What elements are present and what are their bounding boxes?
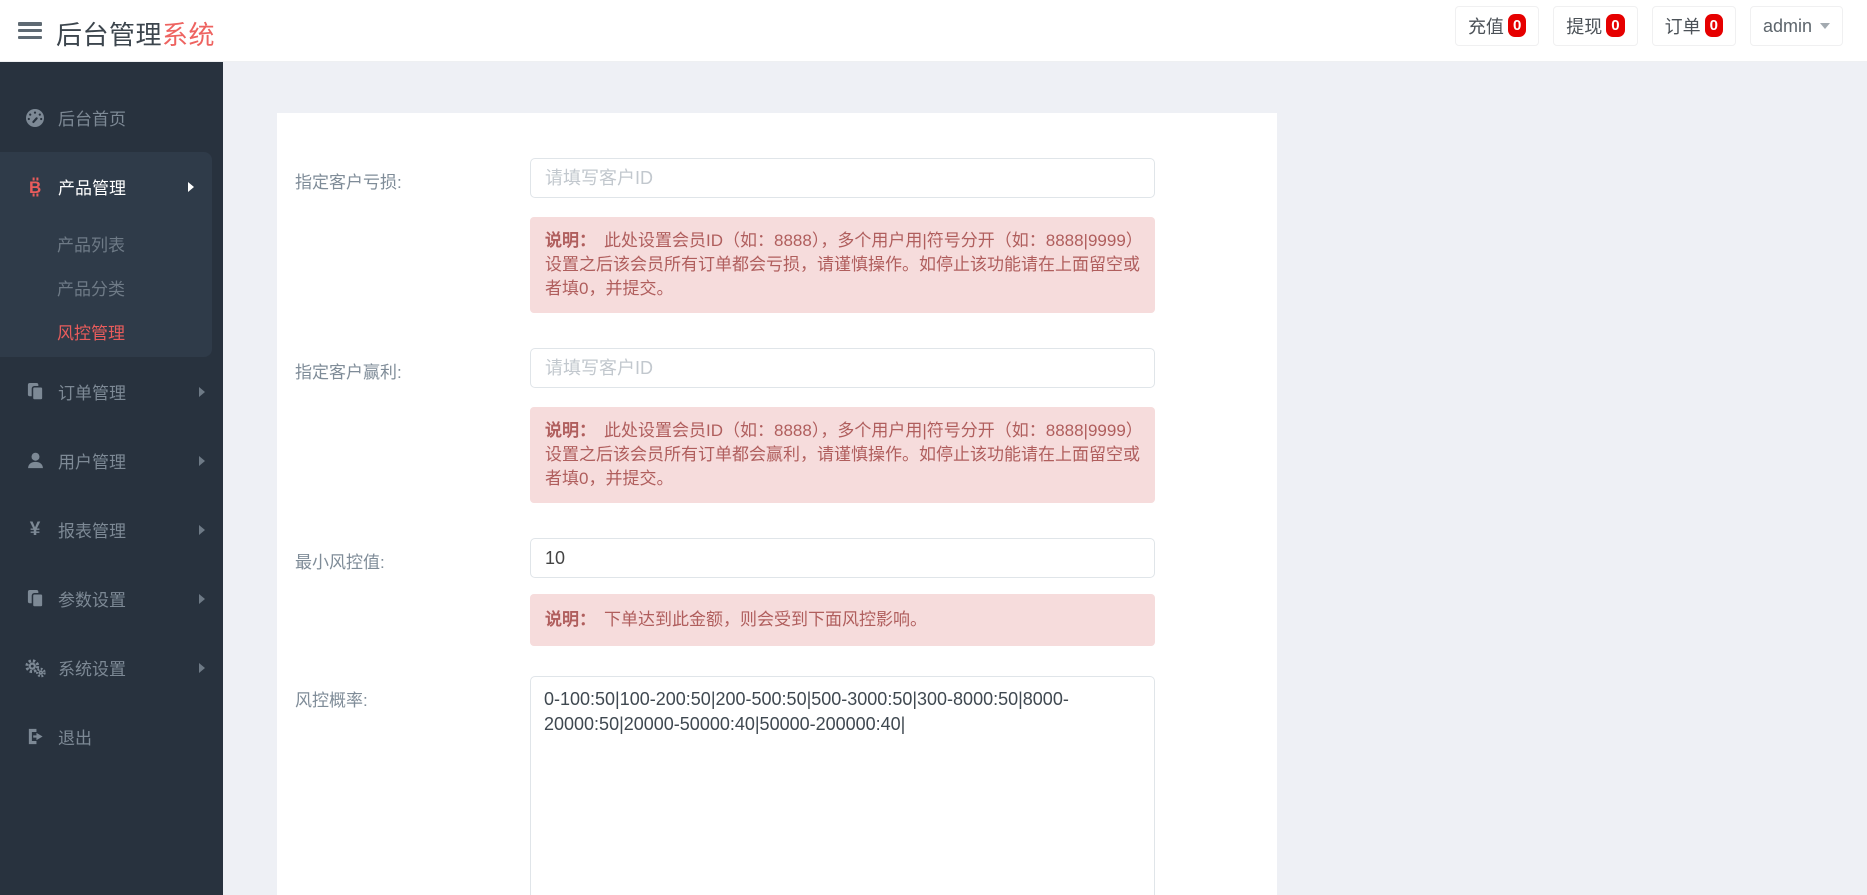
chevron-right-icon	[199, 524, 205, 535]
note-text: 此处设置会员ID（如：8888），多个用户用|符号分开（如：8888|9999）…	[545, 421, 1140, 488]
copy-icon	[22, 589, 48, 608]
field-label: 指定客户赢利:	[295, 363, 402, 382]
sidebar-subitem-product-category[interactable]: 产品分类	[0, 265, 212, 309]
username: admin	[1762, 15, 1812, 36]
sidebar-item-order-management[interactable]: 订单管理	[0, 357, 223, 426]
chevron-right-icon	[199, 386, 205, 397]
sidebar: 后台首页 B 产品管理 产品列表 产品分类 风控管理 订单管理 用户管理 ¥ 报…	[0, 62, 223, 895]
field-label: 风控概率:	[295, 691, 368, 710]
chevron-right-icon	[188, 181, 194, 192]
user-icon	[22, 451, 48, 470]
recharge-count-badge: 0	[1507, 13, 1527, 37]
sidebar-item-home[interactable]: 后台首页	[0, 83, 223, 152]
title-accent: 系统	[162, 20, 216, 50]
header-right-cluster: 充值 0 提现 0 订单 0 admin	[1454, 6, 1843, 46]
form-row-loss-customer: 指定客户亏损: 说明：此处设置会员ID（如：8888），多个用户用|符号分开（如…	[277, 158, 1277, 313]
win-customer-id-input[interactable]	[530, 348, 1155, 388]
win-note-alert: 说明： 此处设置会员ID（如：8888），多个用户用|符号分开（如：8888|99…	[530, 407, 1155, 503]
sidebar-item-parameter-settings[interactable]: 参数设置	[0, 564, 223, 633]
sidebar-item-product-management[interactable]: B 产品管理	[0, 152, 212, 221]
main-content: 指定客户亏损: 说明：此处设置会员ID（如：8888），多个用户用|符号分开（如…	[223, 62, 1867, 895]
note-bold-prefix: 说明：	[545, 231, 596, 250]
form-row-win-customer: 指定客户赢利: 说明：此处设置会员ID（如：8888），多个用户用|符号分开（如…	[277, 348, 1277, 503]
chevron-right-icon	[199, 455, 205, 466]
sidebar-item-report-management[interactable]: ¥ 报表管理	[0, 495, 223, 564]
field-label: 最小风控值:	[295, 553, 385, 572]
dashboard-icon	[22, 108, 48, 128]
user-menu-button[interactable]: admin	[1749, 6, 1843, 46]
hamburger-icon[interactable]	[18, 22, 42, 40]
copy-icon	[22, 382, 48, 401]
note-bold-prefix: 说明：	[545, 610, 596, 629]
sidebar-subitem-risk-management[interactable]: 风控管理	[0, 309, 212, 353]
order-stat-button[interactable]: 订单 0	[1651, 6, 1736, 46]
min-risk-value-input[interactable]	[530, 538, 1155, 578]
sidebar-item-system-settings[interactable]: 系统设置	[0, 633, 223, 702]
chevron-right-icon	[199, 662, 205, 673]
form-row-risk-probability: 风控概率: 0-100:50|100-200:50|200-500:50|500…	[277, 676, 1277, 895]
top-header: 后台管理系统 充值 0 提现 0 订单 0 admin	[0, 0, 1867, 62]
sidebar-item-label: 退出	[58, 729, 92, 748]
form-row-min-risk-value: 最小风控值: 说明： 下单达到此金额，则会受到下面风控影响。	[277, 538, 1277, 646]
sidebar-item-label: 用户管理	[58, 453, 126, 472]
risk-probability-textarea[interactable]: 0-100:50|100-200:50|200-500:50|500-3000:…	[530, 676, 1155, 895]
sidebar-item-logout[interactable]: 退出	[0, 702, 223, 771]
field-label: 指定客户亏损:	[295, 173, 402, 192]
recharge-label: 充值	[1467, 17, 1504, 37]
order-label: 订单	[1664, 17, 1701, 37]
sidebar-item-label: 系统设置	[58, 660, 126, 679]
svg-text:B: B	[29, 178, 41, 197]
withdraw-count-badge: 0	[1606, 13, 1625, 37]
chevron-down-icon	[1820, 23, 1830, 29]
bitcoin-icon: B	[22, 177, 48, 197]
withdraw-label: 提现	[1566, 17, 1603, 37]
withdraw-stat-button[interactable]: 提现 0	[1553, 6, 1638, 46]
order-count-badge: 0	[1704, 13, 1723, 37]
sidebar-item-label: 订单管理	[58, 384, 126, 403]
loss-customer-id-input[interactable]	[530, 158, 1155, 198]
cogs-icon	[22, 658, 48, 678]
sidebar-item-label: 后台首页	[58, 110, 126, 129]
sidebar-subitem-product-list[interactable]: 产品列表	[0, 221, 212, 265]
sidebar-item-label: 参数设置	[58, 591, 126, 610]
sidebar-item-label: 报表管理	[58, 522, 126, 541]
note-text: 此处设置会员ID（如：8888），多个用户用|符号分开（如：8888|9999）…	[545, 231, 1140, 298]
risk-settings-form-card: 指定客户亏损: 说明：此处设置会员ID（如：8888），多个用户用|符号分开（如…	[277, 113, 1277, 895]
note-bold-prefix: 说明：	[545, 421, 596, 440]
sidebar-item-label: 产品管理	[58, 179, 126, 198]
page-title: 后台管理系统	[56, 15, 215, 52]
recharge-stat-button[interactable]: 充值 0	[1454, 6, 1540, 46]
min-risk-note-alert: 说明： 下单达到此金额，则会受到下面风控影响。	[530, 594, 1155, 646]
yen-icon: ¥	[29, 518, 41, 540]
title-dark: 后台管理	[56, 20, 163, 50]
signout-icon	[22, 727, 48, 746]
sidebar-item-user-management[interactable]: 用户管理	[0, 426, 223, 495]
loss-note-alert: 说明： 此处设置会员ID（如：8888），多个用户用|符号分开（如：8888|99…	[530, 217, 1155, 313]
chevron-right-icon	[199, 593, 205, 604]
sidebar-group-products: B 产品管理 产品列表 产品分类 风控管理	[0, 152, 212, 357]
note-text: 下单达到此金额，则会受到下面风控影响。	[604, 610, 927, 629]
